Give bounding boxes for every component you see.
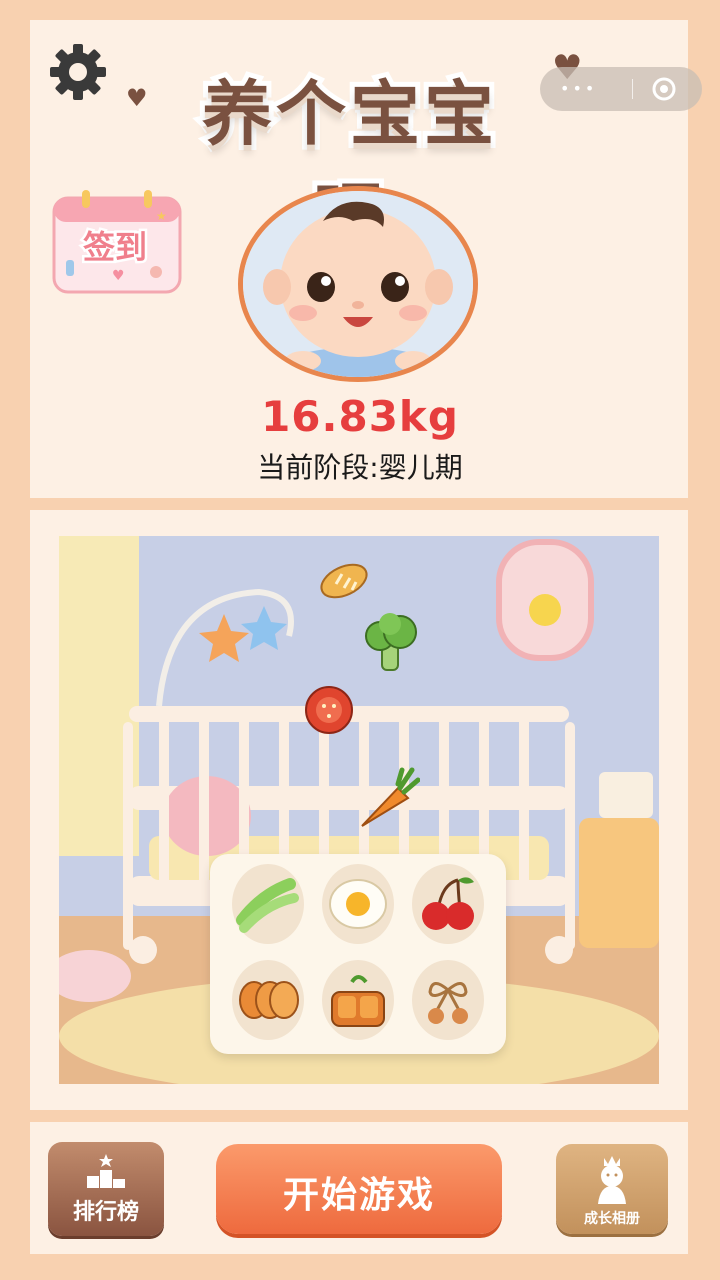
baby-weight: 16.83kg bbox=[261, 392, 459, 441]
tomato-icon[interactable] bbox=[302, 684, 356, 736]
food-slot-bento[interactable] bbox=[322, 960, 394, 1040]
bread-icon[interactable] bbox=[318, 558, 370, 604]
close-icon[interactable] bbox=[652, 77, 676, 101]
leaderboard-label: 排行榜 bbox=[72, 1200, 139, 1225]
game-title-banner: ♥ 养个宝宝吧 ♥ bbox=[120, 48, 582, 261]
capsule-divider bbox=[632, 79, 633, 99]
podium-icon bbox=[87, 1154, 125, 1188]
start-game-label: 开始游戏 bbox=[282, 1175, 435, 1216]
food-slot-egg[interactable] bbox=[322, 864, 394, 944]
food-slot-cherry-bow[interactable] bbox=[412, 960, 484, 1040]
svg-text:★: ★ bbox=[156, 209, 167, 223]
leaderboard-button[interactable]: 排行榜 bbox=[48, 1142, 164, 1236]
heart-icon: ♥ bbox=[126, 84, 148, 112]
baby-avatar[interactable] bbox=[238, 186, 478, 382]
baby-stage: 当前阶段:婴儿期 bbox=[257, 451, 463, 484]
fried-egg-icon bbox=[329, 879, 387, 929]
start-game-button[interactable]: 开始游戏 bbox=[216, 1144, 502, 1234]
more-icon[interactable]: ••• bbox=[560, 79, 597, 98]
food-slot-sweet-potato[interactable] bbox=[232, 960, 304, 1040]
carrot-icon[interactable] bbox=[356, 766, 420, 832]
mini-program-capsule[interactable]: ••• bbox=[540, 67, 702, 111]
gear-icon[interactable] bbox=[46, 40, 110, 104]
growth-album-label: 成长相册 bbox=[584, 1211, 640, 1227]
checkin-label[interactable]: 签到 bbox=[70, 222, 160, 269]
baby-princess-icon bbox=[598, 1156, 626, 1204]
food-slot-celery[interactable] bbox=[232, 864, 304, 944]
food-slot-cherries[interactable] bbox=[412, 864, 484, 944]
cherry-bow-icon bbox=[428, 982, 468, 1024]
baby-face-icon bbox=[243, 191, 473, 377]
sweet-potato-icon bbox=[239, 981, 299, 1019]
growth-album-button[interactable]: 成长相册 bbox=[556, 1144, 668, 1234]
celery-icon bbox=[236, 878, 299, 933]
bento-icon bbox=[331, 975, 385, 1027]
cherries-icon bbox=[422, 877, 474, 930]
broccoli-icon[interactable] bbox=[362, 612, 420, 674]
svg-text:♥: ♥ bbox=[112, 268, 125, 284]
